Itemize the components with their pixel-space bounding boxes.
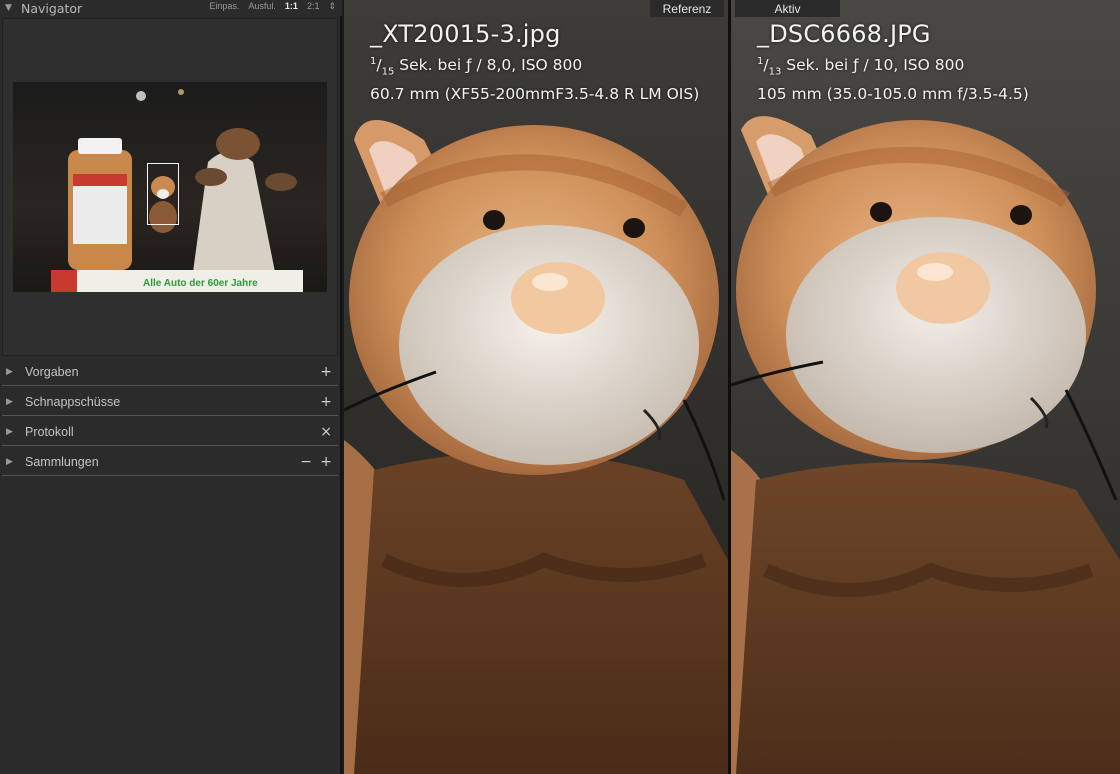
navigator-preview[interactable]: Alle Auto der 60er Jahre bbox=[13, 82, 327, 292]
shutter-denominator: 15 bbox=[381, 66, 395, 78]
zoom-2-1[interactable]: 2:1 bbox=[307, 1, 320, 12]
collapse-triangle-icon[interactable]: ▼ bbox=[5, 3, 15, 13]
zoom-more-icon[interactable]: ⇕ bbox=[328, 1, 336, 12]
navigator-header[interactable]: ▼ Navigator Einpas. Ausful. 1:1 2:1 ⇕ bbox=[0, 0, 342, 16]
navigator-box: Alle Auto der 60er Jahre bbox=[2, 18, 338, 356]
zoom-fit[interactable]: Einpas. bbox=[209, 1, 239, 12]
add-icon[interactable]: + bbox=[320, 394, 332, 410]
add-icon[interactable]: + bbox=[320, 454, 332, 470]
exposure-text: Sek. bei ƒ / 8,0, ISO 800 bbox=[394, 56, 583, 75]
reference-info-overlay: _XT20015-3.jpg 1/15 Sek. bei ƒ / 8,0, IS… bbox=[370, 17, 699, 105]
navigator-title: Navigator bbox=[21, 0, 83, 16]
panel-label: Sammlungen bbox=[25, 454, 99, 469]
panel-sammlungen[interactable]: ▶ Sammlungen − + bbox=[2, 448, 338, 476]
panel-label: Schnappschüsse bbox=[25, 394, 121, 409]
reference-pane[interactable]: Referenz _XT20015-3.jpg 1/15 Sek. bei ƒ … bbox=[344, 0, 728, 774]
active-info-overlay: _DSC6668.JPG 1/13 Sek. bei ƒ / 10, ISO 8… bbox=[757, 17, 1029, 105]
reference-filename: _XT20015-3.jpg bbox=[370, 20, 561, 48]
remove-icon[interactable]: − bbox=[300, 454, 312, 470]
expand-triangle-icon[interactable]: ▶ bbox=[6, 397, 16, 407]
panel-label: Protokoll bbox=[25, 424, 74, 439]
active-exposure: 1/13 Sek. bei ƒ / 10, ISO 800 bbox=[757, 56, 965, 78]
clear-icon[interactable]: × bbox=[320, 424, 332, 440]
shutter-denominator: 13 bbox=[768, 66, 782, 78]
expand-triangle-icon[interactable]: ▶ bbox=[6, 367, 16, 377]
zoom-fill[interactable]: Ausful. bbox=[248, 1, 276, 12]
book-title-text: Alle Auto der 60er Jahre bbox=[143, 278, 258, 289]
active-filename: _DSC6668.JPG bbox=[757, 20, 931, 48]
reference-tag: Referenz bbox=[650, 0, 724, 17]
expand-triangle-icon[interactable]: ▶ bbox=[6, 457, 16, 467]
active-tag: Aktiv bbox=[735, 0, 840, 17]
zoom-1-1[interactable]: 1:1 bbox=[285, 1, 298, 12]
panel-protokoll[interactable]: ▶ Protokoll × bbox=[2, 418, 338, 446]
add-icon[interactable]: + bbox=[320, 364, 332, 380]
active-pane[interactable]: Aktiv _DSC6668.JPG 1/13 Sek. bei ƒ / 10,… bbox=[731, 0, 1120, 774]
reference-exposure: 1/15 Sek. bei ƒ / 8,0, ISO 800 bbox=[370, 56, 583, 78]
panel-label: Vorgaben bbox=[25, 364, 79, 379]
expand-triangle-icon[interactable]: ▶ bbox=[6, 427, 16, 437]
reference-photo[interactable] bbox=[344, 0, 728, 774]
navigator-viewport-rect[interactable] bbox=[147, 163, 179, 225]
shutter-numerator: 1 bbox=[757, 56, 764, 67]
shutter-numerator: 1 bbox=[370, 56, 377, 67]
zoom-options: Einpas. Ausful. 1:1 2:1 ⇕ bbox=[209, 1, 336, 12]
panel-schnappschusse[interactable]: ▶ Schnappschüsse + bbox=[2, 388, 338, 416]
active-lens: 105 mm (35.0-105.0 mm f/3.5-4.5) bbox=[757, 85, 1029, 104]
left-panel: ▼ Navigator Einpas. Ausful. 1:1 2:1 ⇕ Al… bbox=[0, 0, 342, 774]
reference-lens: 60.7 mm (XF55-200mmF3.5-4.8 R LM OIS) bbox=[370, 85, 700, 104]
active-photo[interactable] bbox=[731, 0, 1120, 774]
exposure-text: Sek. bei ƒ / 10, ISO 800 bbox=[781, 56, 965, 75]
panel-vorgaben[interactable]: ▶ Vorgaben + bbox=[2, 358, 338, 386]
